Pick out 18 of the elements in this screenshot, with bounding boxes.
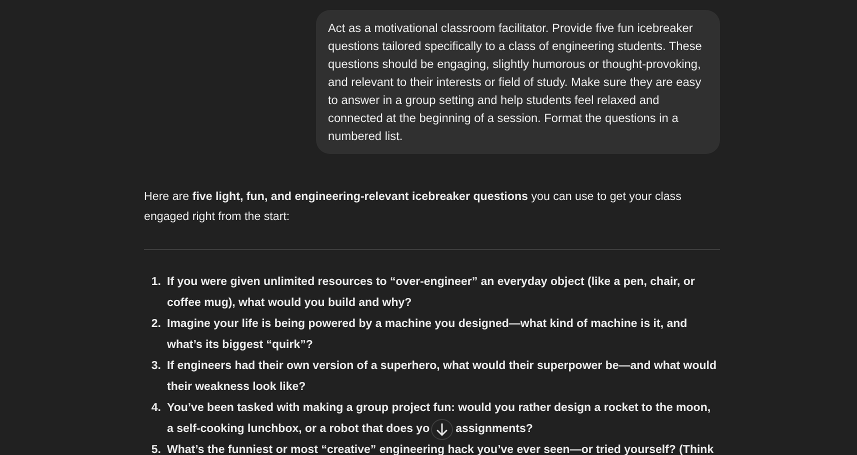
question-text: Imagine your life is being powered by a machine you designed—what kind of machine is it, and	[167, 317, 688, 332]
user-message: Act as a motivational classroom facilitator. Provide five fun icebreaker questions tailored specifically to a class of engineering students. These questions should be engaging, slightly humorous or thought-provoking, and relevant to their interests or field of study. Make sure they are easy to answer in a group setting and help students feel relaxed and connected at the beginning of a session. Format the questions in a numbered list.	[316, 10, 720, 154]
list-number: 2.	[150, 317, 162, 332]
scroll-down-button[interactable]	[430, 419, 453, 440]
reply-intro: Here are five light, fun, and engineering-relevant icebreaker questions you can use to get your class engaged right from the start:	[144, 189, 682, 225]
question-text: what’s its biggest “quirk”?	[167, 338, 313, 353]
question-text: If you were given unlimited resources to “over-engineer” an everyday object (like a pen, chair, or	[167, 275, 695, 290]
question-text: You’ve been tasked with making a group project fun: would you rather design a rocket to the moon,	[167, 401, 711, 416]
list-number: 4.	[150, 401, 162, 416]
question-text: If engineers had their own version of a superhero, what would their superpower be—and what would	[167, 359, 717, 374]
arrow-down-icon	[436, 422, 448, 436]
question-text: a self-cooking lunchbox, or a robot that does yo	[167, 422, 430, 437]
question-text: their weakness look like?	[167, 380, 306, 395]
list-number: 1.	[150, 275, 162, 290]
list-number: 3.	[150, 359, 162, 374]
question-text: coffee mug), what would you build and why?	[167, 296, 412, 311]
question-text: assignments?	[456, 422, 533, 437]
list-number: 5.	[150, 443, 162, 455]
